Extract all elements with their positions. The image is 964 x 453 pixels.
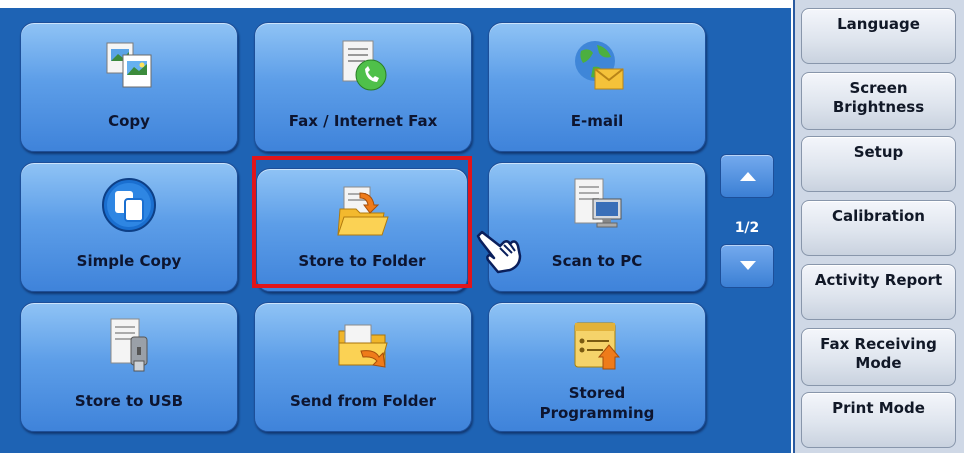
tile-label: Scan to PC xyxy=(551,252,643,270)
send-from-folder-tile[interactable]: Send from Folder xyxy=(254,302,472,432)
scan-pc-icon xyxy=(574,178,622,228)
side-label: Screen Brightness xyxy=(832,79,925,116)
email-tile[interactable]: E-mail xyxy=(488,22,706,152)
stored-programming-tile[interactable]: Stored Programming xyxy=(488,302,706,432)
tile-label: Simple Copy xyxy=(76,252,182,270)
print-mode-button[interactable]: Print Mode xyxy=(801,392,956,448)
page-indicator: 1/2 xyxy=(734,220,760,236)
fax-tile[interactable]: Fax / Internet Fax xyxy=(254,22,472,152)
arrow-down-icon xyxy=(740,261,756,270)
store-to-folder-tile[interactable]: Store to Folder xyxy=(256,168,468,292)
fax-icon xyxy=(342,40,387,91)
stored-programming-icon xyxy=(574,322,621,370)
activity-report-button[interactable]: Activity Report xyxy=(801,264,956,320)
usb-icon xyxy=(110,318,148,372)
send-folder-icon xyxy=(338,324,388,368)
services-panel: Copy Fax / Internet Fax E-mail Simple Co… xyxy=(0,8,791,453)
simple-copy-tile[interactable]: Simple Copy xyxy=(20,162,238,292)
fax-receiving-mode-button[interactable]: Fax Receiving Mode xyxy=(801,328,956,386)
email-icon xyxy=(575,41,624,90)
store-folder-icon xyxy=(337,186,389,236)
page-down-button[interactable] xyxy=(720,244,774,288)
side-label: Setup xyxy=(853,143,904,161)
screen: Copy Fax / Internet Fax E-mail Simple Co… xyxy=(0,0,964,453)
tile-label: Stored Programming xyxy=(539,384,655,422)
tile-label: Store to Folder xyxy=(298,252,426,270)
setup-button[interactable]: Setup xyxy=(801,136,956,192)
copy-tile[interactable]: Copy xyxy=(20,22,238,152)
tile-label: Store to USB xyxy=(74,392,184,410)
tile-label: Copy xyxy=(108,112,150,130)
page-up-button[interactable] xyxy=(720,154,774,198)
simple-copy-icon xyxy=(102,178,156,232)
side-label: Fax Receiving Mode xyxy=(820,335,937,372)
side-label: Calibration xyxy=(832,207,925,225)
tile-label: Send from Folder xyxy=(289,392,437,410)
copy-icon xyxy=(106,42,152,88)
side-panel: Language Screen Brightness Setup Calibra… xyxy=(793,0,964,453)
pointer-hand-icon xyxy=(476,230,522,274)
side-label: Print Mode xyxy=(832,399,925,417)
store-to-usb-tile[interactable]: Store to USB xyxy=(20,302,238,432)
side-label: Activity Report xyxy=(814,271,943,289)
arrow-up-icon xyxy=(740,172,756,181)
tile-label: Fax / Internet Fax xyxy=(288,112,438,130)
tile-label: E-mail xyxy=(570,112,624,130)
side-label: Language xyxy=(837,15,920,33)
language-button[interactable]: Language xyxy=(801,8,956,64)
calibration-button[interactable]: Calibration xyxy=(801,200,956,256)
screen-brightness-button[interactable]: Screen Brightness xyxy=(801,72,956,130)
